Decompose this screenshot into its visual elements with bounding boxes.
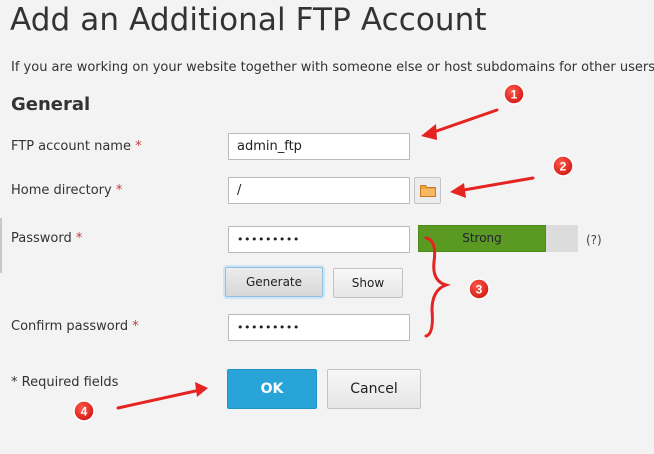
folder-icon (420, 185, 436, 197)
annotation-arrow-1 (421, 108, 499, 140)
confirm-password-label: Confirm password * (11, 319, 139, 334)
confirm-password-input[interactable]: ••••••••• (228, 314, 410, 341)
intro-text: If you are working on your website toget… (11, 60, 654, 75)
annotation-marker-3-label: 3 (476, 283, 483, 297)
page-title: Add an Additional FTP Account (10, 2, 487, 38)
home-directory-label: Home directory * (11, 183, 122, 198)
annotation-marker-1: 1 (503, 83, 525, 105)
ftp-account-name-input[interactable]: admin_ftp (228, 133, 410, 160)
annotation-marker-2: 2 (552, 155, 574, 177)
password-label-text: Password (11, 231, 72, 246)
cancel-button[interactable]: Cancel (327, 369, 421, 409)
generate-password-button[interactable]: Generate (225, 267, 323, 297)
annotation-brace-3 (424, 236, 451, 338)
browse-folder-button[interactable] (414, 177, 441, 204)
required-asterisk: * (75, 231, 83, 246)
password-label: Password * (11, 231, 82, 246)
required-asterisk: * (132, 319, 139, 334)
show-password-button[interactable]: Show (333, 268, 403, 298)
required-asterisk: * (115, 183, 123, 198)
annotation-marker-4: 4 (73, 400, 95, 422)
required-asterisk: * (135, 139, 142, 154)
annotation-arrow-4 (116, 382, 208, 410)
annotation-marker-1-label: 1 (511, 88, 518, 102)
annotation-marker-2-label: 2 (560, 160, 567, 174)
left-edge-divider (0, 218, 2, 273)
confirm-password-label-text: Confirm password (11, 319, 129, 334)
password-strength-meter: Strong (418, 225, 578, 252)
home-directory-input[interactable]: / (228, 177, 410, 204)
ok-button[interactable]: OK (227, 369, 317, 409)
required-fields-note: * Required fields (11, 375, 119, 390)
ftp-account-name-label: FTP account name * (11, 139, 142, 154)
annotation-marker-4-label: 4 (81, 405, 88, 419)
annotation-marker-3: 3 (468, 278, 490, 300)
home-directory-label-text: Home directory (11, 183, 112, 198)
password-help-link[interactable]: (?) (586, 233, 602, 247)
annotation-arrow-2 (450, 176, 535, 198)
section-title-general: General (11, 94, 91, 115)
ftp-account-name-label-text: FTP account name (11, 139, 131, 154)
password-input[interactable]: ••••••••• (228, 226, 410, 253)
password-strength-fill: Strong (418, 225, 546, 252)
